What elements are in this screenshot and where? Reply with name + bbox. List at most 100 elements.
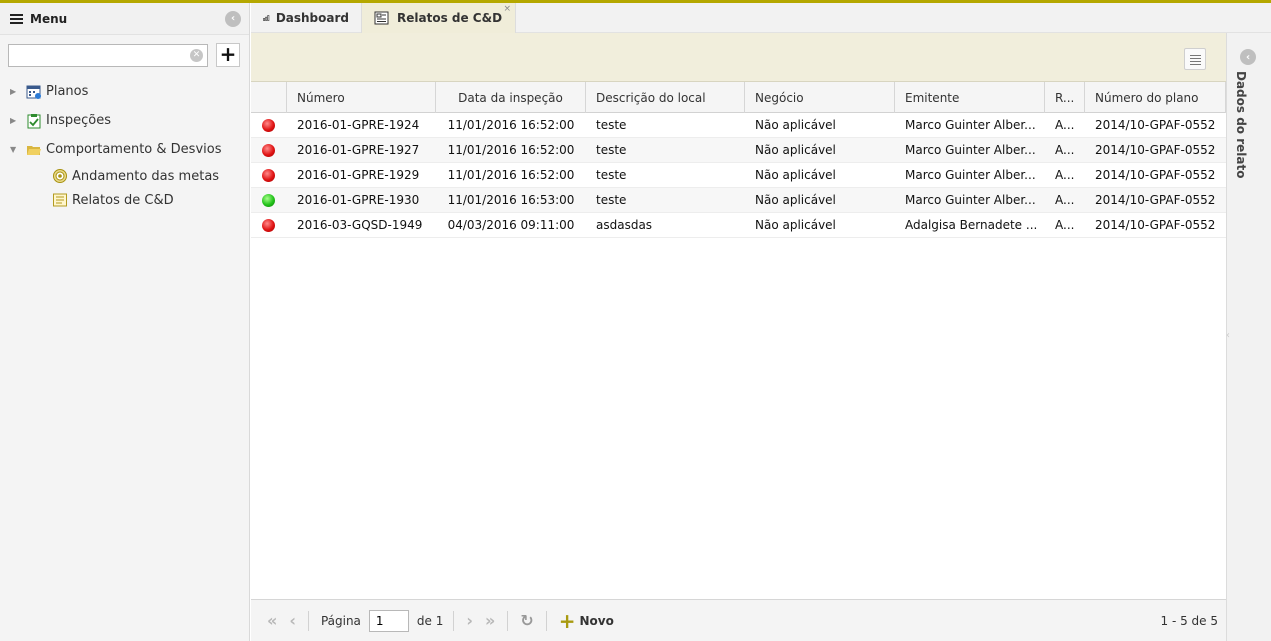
cell-negocio: Não aplicável: [755, 143, 836, 157]
tree-item-label: Relatos de C&D: [72, 192, 174, 208]
cell-numero: 2016-01-GPRE-1924: [297, 118, 420, 132]
column-header-emitente[interactable]: Emitente: [895, 82, 1045, 113]
new-button[interactable]: + Novo: [558, 608, 614, 633]
cell-descricao: teste: [596, 118, 627, 132]
sidebar-search-row: ✕ +: [0, 35, 249, 75]
pager-divider: [545, 610, 547, 631]
expand-arrow-icon[interactable]: ▶: [10, 116, 22, 125]
cell-emitente: Marco Guinter Alber...: [905, 193, 1036, 207]
table-row[interactable]: 2016-01-GPRE-1927 11/01/2016 16:52:00 te…: [251, 138, 1226, 163]
collapse-left-icon[interactable]: ‹: [225, 10, 241, 27]
tab-label: Dashboard: [275, 11, 349, 25]
expand-arrow-icon[interactable]: ▶: [10, 87, 22, 96]
cell-plano: 2014/10-GPAF-0552: [1095, 193, 1216, 207]
sidebar: Menu ‹ ✕ + ▶ Planos ▶ Inspeções ▼ Compor…: [0, 3, 250, 641]
cell-plano: 2014/10-GPAF-0552: [1095, 143, 1216, 157]
tree-item-label: Andamento das metas: [72, 168, 220, 184]
cell-descricao: teste: [596, 143, 627, 157]
table-row[interactable]: 2016-01-GPRE-1924 11/01/2016 16:52:00 te…: [251, 113, 1226, 138]
cell-descricao: asdasdas: [596, 218, 653, 232]
cell-descricao: teste: [596, 168, 627, 182]
cell-r: A...: [1055, 218, 1075, 232]
column-header-data[interactable]: Data da inspeção: [436, 82, 586, 113]
tab-bar: Dashboard Relatos de C&D ×: [251, 3, 1271, 33]
hamburger-icon[interactable]: [10, 13, 23, 24]
plus-icon: +: [558, 608, 576, 633]
pager-divider: [507, 610, 509, 631]
pager-divider: [453, 610, 455, 631]
table-row[interactable]: 2016-03-GQSD-1949 04/03/2016 09:11:00 as…: [251, 213, 1226, 238]
cell-plano: 2014/10-GPAF-0552: [1095, 118, 1216, 132]
status-cell: [251, 188, 287, 212]
cell-numero: 2016-01-GPRE-1927: [297, 143, 420, 157]
list-options-icon[interactable]: [1184, 48, 1206, 70]
prev-page-icon[interactable]: ‹: [289, 611, 296, 630]
cell-negocio: Não aplicável: [755, 168, 836, 182]
tree-item-planos[interactable]: ▶ Planos: [0, 77, 249, 106]
paging-info: 1 - 5 de 5: [1160, 613, 1219, 628]
cell-negocio: Não aplicável: [755, 193, 836, 207]
clear-search-icon[interactable]: ✕: [190, 48, 203, 62]
column-header-descricao[interactable]: Descrição do local: [586, 82, 745, 113]
grid-pager: « ‹ Página de 1 › » ↻ + Novo 1 - 5 de 5: [251, 599, 1226, 641]
page-input[interactable]: [368, 609, 409, 632]
column-header-plano[interactable]: Número do plano: [1085, 82, 1226, 113]
status-red-icon: [262, 143, 275, 157]
cell-negocio: Não aplicável: [755, 118, 836, 132]
tree-item-label: Comportamento & Desvios: [46, 142, 222, 157]
nav-tree: ▶ Planos ▶ Inspeções ▼ Comportamento & D…: [0, 75, 249, 212]
folder-open-icon: [27, 145, 41, 155]
page-of-label: de 1: [416, 613, 444, 628]
column-header-status[interactable]: [251, 82, 287, 113]
cell-data: 11/01/2016 16:52:00: [447, 143, 575, 157]
search-input[interactable]: [9, 44, 187, 66]
sidebar-title: Menu: [30, 11, 68, 26]
panel-splitter-icon[interactable]: ‹: [1226, 330, 1232, 352]
page-label: Página: [320, 613, 361, 628]
collapse-arrow-icon[interactable]: ▼: [10, 145, 22, 154]
tab-relatos[interactable]: Relatos de C&D ×: [361, 3, 516, 33]
refresh-icon[interactable]: ↻: [520, 611, 533, 630]
cell-negocio: Não aplicável: [755, 218, 836, 232]
status-red-icon: [262, 118, 275, 132]
status-red-icon: [262, 168, 275, 182]
tree-item-label: Planos: [46, 84, 89, 99]
cell-descricao: teste: [596, 193, 627, 207]
search-box: ✕: [8, 43, 208, 67]
close-tab-icon[interactable]: ×: [503, 4, 511, 14]
tree-item-relatos[interactable]: Relatos de C&D: [0, 188, 249, 212]
cell-emitente: Marco Guinter Alber...: [905, 168, 1036, 182]
cell-r: A...: [1055, 118, 1075, 132]
column-header-r[interactable]: R...: [1045, 82, 1085, 113]
first-page-icon[interactable]: «: [267, 611, 277, 630]
details-panel-collapsed[interactable]: ‹ Dados do relato: [1226, 33, 1271, 641]
target-icon: [53, 169, 67, 183]
tree-item-inspecoes[interactable]: ▶ Inspeções: [0, 106, 249, 135]
column-header-numero[interactable]: Número: [287, 82, 436, 113]
add-button[interactable]: +: [216, 43, 240, 67]
tab-dashboard[interactable]: Dashboard: [251, 3, 361, 33]
grid-toolbar: [251, 33, 1226, 82]
sidebar-header: Menu ‹: [0, 3, 249, 35]
tree-item-comportamento[interactable]: ▼ Comportamento & Desvios: [0, 135, 249, 164]
clipboard-check-icon: [27, 113, 41, 128]
table-row[interactable]: 2016-01-GPRE-1929 11/01/2016 16:52:00 te…: [251, 163, 1226, 188]
last-page-icon[interactable]: »: [485, 611, 495, 630]
report-icon: [53, 193, 67, 207]
expand-right-icon[interactable]: ‹: [1240, 49, 1256, 65]
cell-emitente: Marco Guinter Alber...: [905, 118, 1036, 132]
cell-numero: 2016-01-GPRE-1930: [297, 193, 420, 207]
cell-r: A...: [1055, 193, 1075, 207]
column-header-negocio[interactable]: Negócio: [745, 82, 895, 113]
table-row[interactable]: 2016-01-GPRE-1930 11/01/2016 16:53:00 te…: [251, 188, 1226, 213]
details-panel-title: Dados do relato: [1234, 71, 1248, 179]
cell-data: 11/01/2016 16:52:00: [447, 168, 575, 182]
status-green-icon: [262, 193, 275, 207]
grid-header: Número Data da inspeção Descrição do loc…: [251, 82, 1226, 113]
cell-plano: 2014/10-GPAF-0552: [1095, 218, 1216, 232]
next-page-icon[interactable]: ›: [466, 611, 473, 630]
tree-item-andamento-metas[interactable]: Andamento das metas: [0, 164, 249, 188]
cell-emitente: Adalgisa Bernadete ...: [905, 218, 1038, 232]
status-cell: [251, 213, 287, 237]
calendar-icon: [26, 85, 41, 99]
